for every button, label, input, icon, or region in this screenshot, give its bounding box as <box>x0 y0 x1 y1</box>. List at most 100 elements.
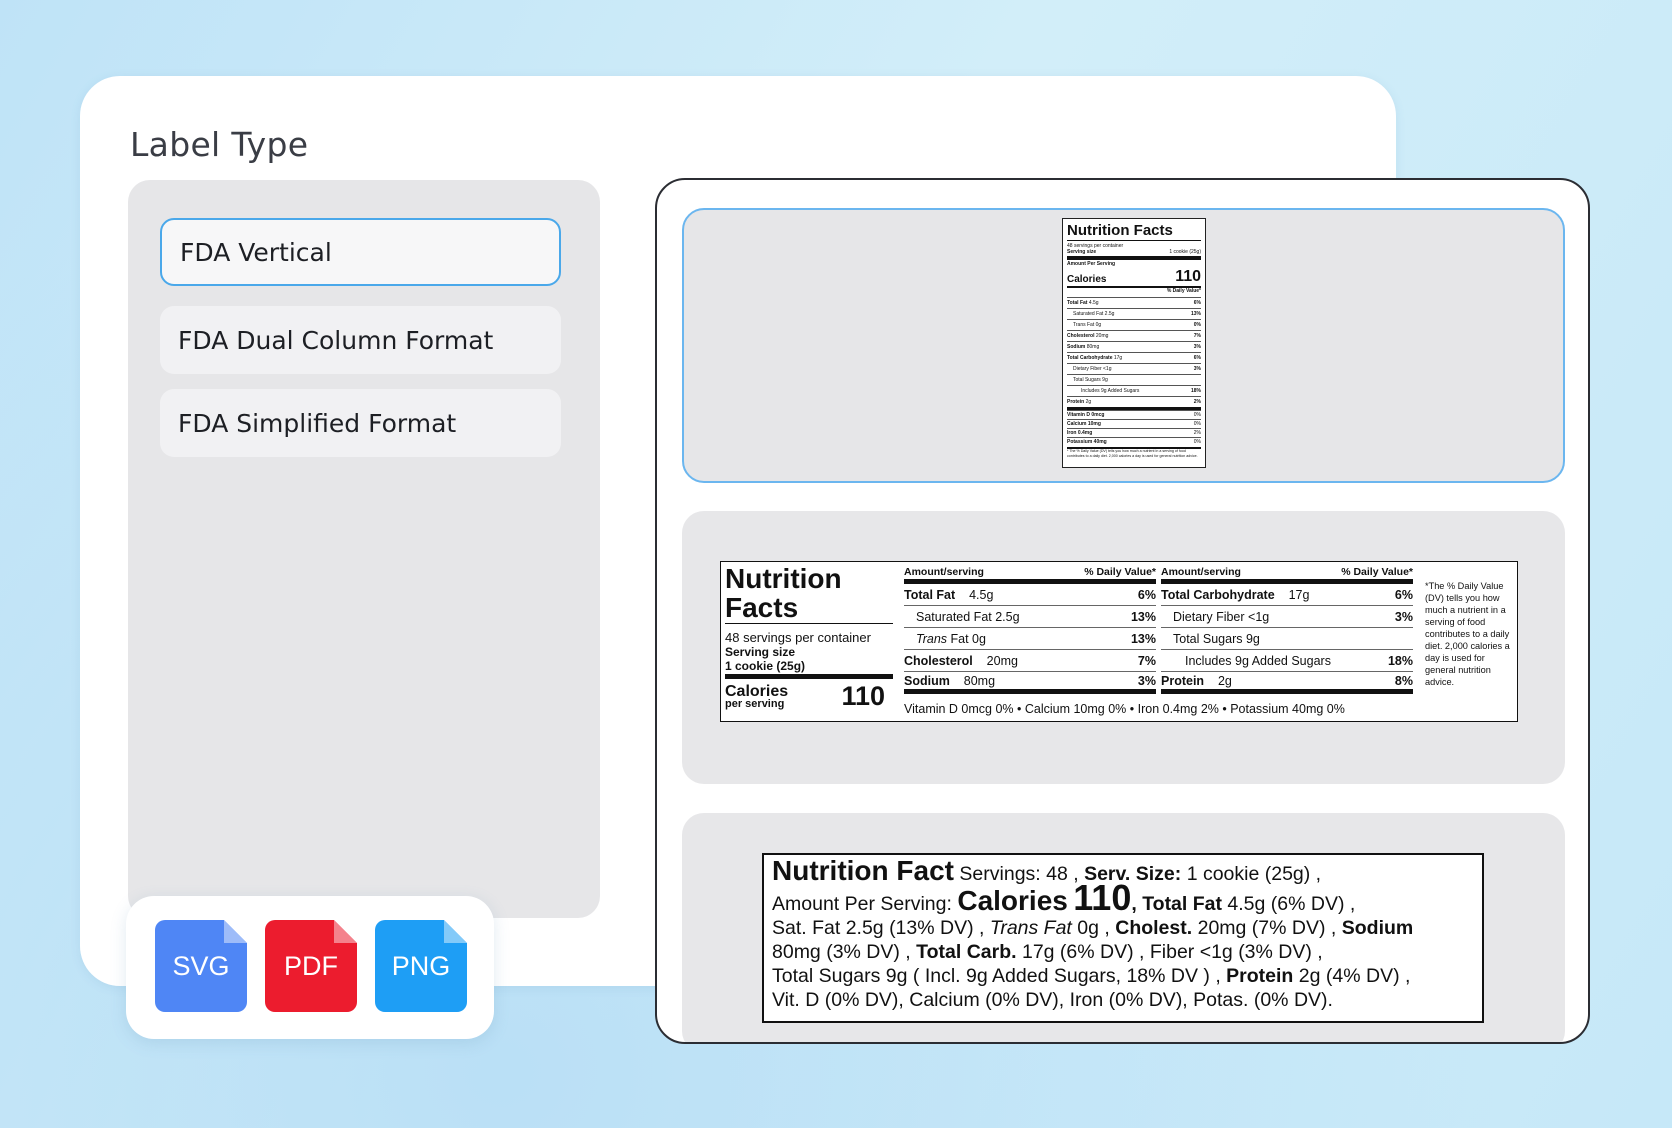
svg-file-icon[interactable]: SVG <box>155 920 247 1012</box>
nutrient-row: Dietary Fiber <1g 3% <box>1161 606 1413 628</box>
sodium-value: 80mg (3% DV) , <box>772 941 911 963</box>
vitamin-dv: 0% <box>1193 439 1201 446</box>
nutrient-rows: Total Fat 4.5g 6% Saturated Fat 2.5g 13% Tr… <box>1067 297 1201 407</box>
calories-value: 110 <box>1073 877 1132 918</box>
nutrient-dv: 13% <box>1130 631 1156 646</box>
column-header: Amount/serving % Daily Value* <box>904 566 1156 584</box>
nutrient-row: Sodium 80mg 3% <box>904 672 1156 694</box>
amount-header: Amount/serving <box>1161 566 1241 578</box>
sodium-label: Sodium <box>1341 917 1414 939</box>
nutrient-dv: 6% <box>1193 355 1201 362</box>
nutrient-name: Protein <box>1161 673 1205 688</box>
nutrient-dv: 13% <box>1190 311 1201 318</box>
calories-sub: per serving <box>725 697 785 710</box>
serving-label: Serving size <box>1067 249 1097 255</box>
nutrient-dv: 18% <box>1190 388 1201 395</box>
vitamins: Vit. D (0% DV), Calcium (0% DV), Iron (0… <box>772 989 1333 1011</box>
trans-fat-value: 0g , <box>1077 917 1110 939</box>
nutrient-name: Total Carbohydrate <box>1161 587 1275 602</box>
vitamin-dv: 0% <box>1193 412 1201 419</box>
nutrient-name: Sodium <box>904 673 950 688</box>
simplified-nutrition-label: Nutrition Fact Servings: 48 , Serv. Size… <box>762 853 1484 1023</box>
nutrient-dv: 3% <box>1137 673 1156 688</box>
amount-header: Amount/serving <box>904 566 984 578</box>
nutrient-dv: 18% <box>1387 653 1413 668</box>
daily-value-note: *The % Daily Value (DV) tells you how mu… <box>1425 581 1510 687</box>
nutrient-amount: Fat 0g <box>950 631 986 646</box>
png-file-icon[interactable]: PNG <box>375 920 467 1012</box>
column-header: Amount/serving % Daily Value* <box>1161 566 1413 584</box>
calories-row: Calories per serving 110 <box>725 681 893 712</box>
protein-value: 2g (4% DV) , <box>1298 965 1411 987</box>
calories-value: 110 <box>1175 268 1201 285</box>
option-fda-vertical[interactable]: FDA Vertical <box>160 218 561 286</box>
nutrient-name: Saturated Fat 2.5g <box>1073 311 1115 318</box>
carb-label: Total Carb. <box>916 941 1017 963</box>
option-fda-dual-column[interactable]: FDA Dual Column Format <box>160 306 561 374</box>
nutrient-name: Includes 9g Added Sugars <box>1185 653 1331 668</box>
nutrient-name: Includes 9g Added Sugars <box>1081 388 1140 395</box>
nutrient-dv: 8% <box>1394 673 1413 688</box>
vitamin-rows: Vitamin D 0mcg 0% Calcium 10mg 0% Iron 0.4mg… <box>1067 407 1201 446</box>
nutrient-dv: 3% <box>1394 609 1413 624</box>
option-fda-simplified[interactable]: FDA Simplified Format <box>160 389 561 457</box>
calories-value: 110 <box>841 681 885 711</box>
nutrient-row: Total Carbohydrate 17g 6% <box>1161 584 1413 606</box>
trans-fat-label: Trans Fat <box>989 917 1072 939</box>
vitamin-name: Potassium 40mg <box>1067 439 1107 446</box>
calories-label: Calories <box>725 682 789 700</box>
nutrient-name: Dietary Fiber <1g <box>1073 366 1112 373</box>
nutrient-row: Trans Fat 0g 13% <box>904 628 1156 650</box>
vitamin-name: Vitamin D 0mcg <box>1067 412 1105 419</box>
vitamin-name: Calcium 10mg <box>1067 421 1101 428</box>
nutrient-row: Trans Fat 0g 0% <box>1067 319 1201 330</box>
svg-label: SVG <box>172 950 230 981</box>
total-fat-label: Total Fat <box>1142 893 1222 915</box>
dual-column-nutrition-label: Nutrition Facts 48 servings per containe… <box>720 561 1518 722</box>
nutrient-amount: 80mg <box>1086 344 1100 351</box>
nutrient-dv: 13% <box>1130 609 1156 624</box>
nutrient-dv: 3% <box>1193 366 1201 373</box>
serving-size-value: 1 cookie (25g) <box>725 659 893 679</box>
nutrient-amount: 2g <box>1085 399 1092 406</box>
label-title: Nutrition Facts <box>1067 222 1201 241</box>
label-type-list <box>128 180 600 918</box>
servings: 48 servings per container <box>725 630 871 645</box>
nutrient-row: Includes 9g Added Sugars 18% <box>1067 385 1201 396</box>
nutrient-amount: 80mg <box>963 673 996 688</box>
pdf-file-icon[interactable]: PDF <box>265 920 357 1012</box>
carb-value: 17g (6% DV) , Fiber <1g (3% DV) , <box>1021 941 1323 963</box>
label-type-title: Label Type <box>130 125 309 164</box>
nutrient-name: Cholesterol <box>1067 333 1095 340</box>
nutrient-name: Saturated Fat 2.5g <box>916 609 1020 624</box>
nutrient-row: Cholesterol 20mg 7% <box>904 650 1156 672</box>
vitamin-row: Potassium 40mg 0% <box>1067 437 1201 446</box>
nutrient-row: Total Sugars 9g <box>1161 628 1413 650</box>
vitamin-row: Vitamin D 0mcg 0% <box>1067 410 1201 419</box>
nutrient-row: Total Sugars 9g <box>1067 374 1201 385</box>
calories-row: Calories 110 <box>1067 267 1201 289</box>
nutrient-row: Total Fat 4.5g 6% <box>904 584 1156 606</box>
nutrient-dv: 7% <box>1137 653 1156 668</box>
nutrient-name: Total Sugars 9g <box>1073 377 1108 384</box>
nutrient-name: Trans Fat 0g <box>1073 322 1102 329</box>
nutrient-amount: 17g <box>1113 355 1123 362</box>
nutrient-dv: 7% <box>1193 333 1201 340</box>
title-line-2: Facts <box>725 593 893 624</box>
calories-label: Calories <box>957 885 1068 916</box>
dv-header: % Daily Value* <box>1341 566 1413 578</box>
vitamin-name: Iron 0.4mg <box>1067 430 1093 437</box>
nutrient-dv: 6% <box>1193 300 1201 307</box>
nutrient-name: Total Fat <box>1067 300 1088 307</box>
nutrient-row: Sodium 80mg 3% <box>1067 341 1201 352</box>
vitamins-line: Vitamin D 0mcg 0% • Calcium 10mg 0% • Ir… <box>904 702 1345 716</box>
nutrient-dv: 6% <box>1394 587 1413 602</box>
nutrient-amount: 2g <box>1217 673 1232 688</box>
nutrient-amount: 20mg <box>986 653 1018 668</box>
nutrient-row: Saturated Fat 2.5g 13% <box>1067 308 1201 319</box>
vitamin-row: Calcium 10mg 0% <box>1067 419 1201 428</box>
protein-label: Protein <box>1226 965 1294 987</box>
nutrient-row: Protein 2g 8% <box>1161 672 1413 694</box>
nutrient-name: Cholesterol <box>904 653 973 668</box>
serv-size-value: 1 cookie (25g) , <box>1186 863 1322 885</box>
